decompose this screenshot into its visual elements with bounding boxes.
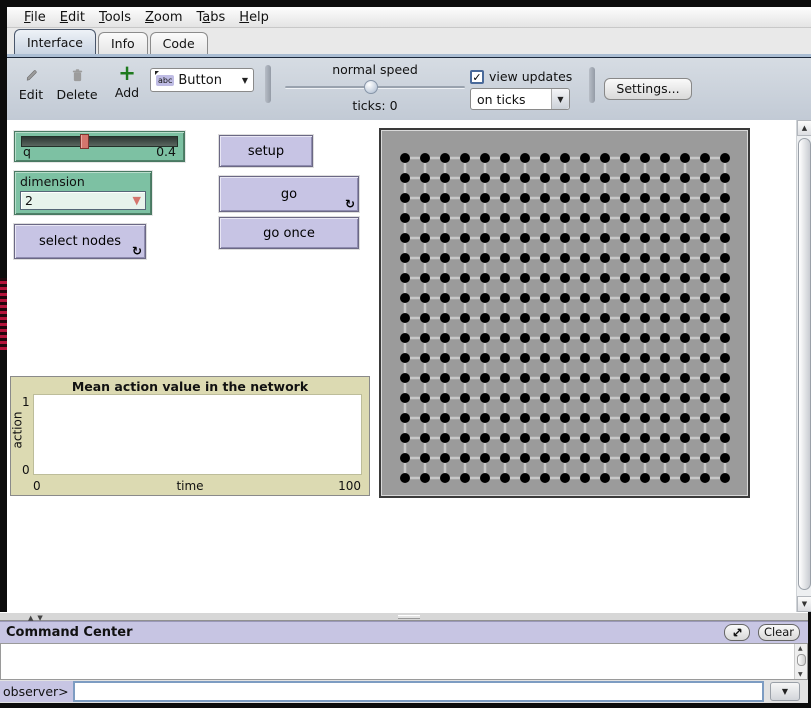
menu-edit[interactable]: Edit bbox=[53, 9, 92, 26]
world-view[interactable] bbox=[379, 128, 750, 498]
desktop-edge-pattern bbox=[0, 278, 7, 350]
plot-y-min-tick: 0 bbox=[22, 463, 30, 477]
detach-button[interactable] bbox=[724, 624, 750, 641]
widget-type-value: Button bbox=[178, 73, 222, 88]
plot-area bbox=[33, 394, 362, 475]
observer-prompt-label: observer> bbox=[0, 681, 73, 702]
toolbar-separator bbox=[265, 65, 271, 103]
plus-icon: + bbox=[105, 63, 149, 83]
command-center-header: Command Center Clear bbox=[0, 621, 808, 643]
tab-row: InterfaceInfoCode bbox=[7, 28, 811, 54]
speed-slider[interactable] bbox=[285, 86, 465, 89]
command-input[interactable] bbox=[73, 681, 764, 702]
trash-icon bbox=[53, 65, 101, 85]
menu-zoom[interactable]: Zoom bbox=[138, 9, 189, 26]
view-updates-label: view updates bbox=[489, 69, 572, 84]
tab-interface[interactable]: Interface bbox=[14, 29, 96, 54]
scroll-up-arrow-icon[interactable]: ▲ bbox=[798, 645, 803, 652]
menu-help[interactable]: Help bbox=[232, 9, 276, 26]
add-label: Add bbox=[105, 85, 149, 100]
update-mode-value: on ticks bbox=[471, 92, 551, 107]
interface-canvas: q 0.4 dimension 2 ▼ select nodes ↻ setup… bbox=[7, 120, 811, 612]
select-nodes-label: select nodes bbox=[39, 234, 121, 249]
slider-q-value: 0.4 bbox=[156, 144, 176, 159]
tab-code[interactable]: Code bbox=[150, 32, 208, 54]
command-center-splitter[interactable]: ▲▼ bbox=[0, 612, 808, 621]
widget-type-dropdown[interactable]: abc Button ▼ bbox=[150, 68, 254, 92]
scroll-down-arrow-icon[interactable]: ▼ bbox=[798, 671, 803, 678]
menu-file[interactable]: File bbox=[17, 9, 53, 26]
plot-x-max-tick: 100 bbox=[338, 479, 361, 493]
scroll-down-arrow-icon[interactable]: ▼ bbox=[797, 596, 811, 612]
plot-x-axis-label: time bbox=[11, 479, 369, 493]
plot-y-axis-label: action bbox=[10, 412, 24, 449]
delete-label: Delete bbox=[53, 87, 101, 102]
chooser-dimension-dropdown[interactable]: 2 ▼ bbox=[20, 191, 146, 210]
toolbar-separator bbox=[589, 67, 595, 103]
command-center-title: Command Center bbox=[0, 625, 724, 640]
world-grid-svg bbox=[382, 131, 748, 497]
menu-bar: FileEditToolsZoomTabsHelp bbox=[7, 7, 811, 28]
abc-widget-icon: abc bbox=[156, 75, 174, 86]
plot-title: Mean action value in the network bbox=[11, 379, 369, 394]
menu-tools[interactable]: Tools bbox=[92, 9, 138, 26]
go-once-button[interactable]: go once bbox=[219, 217, 359, 249]
go-label: go bbox=[281, 187, 297, 202]
scrollbar-thumb[interactable] bbox=[798, 138, 811, 590]
edit-button[interactable]: Edit bbox=[11, 65, 51, 102]
chooser-dimension-label: dimension bbox=[20, 174, 146, 189]
speed-slider-thumb[interactable] bbox=[364, 80, 378, 94]
view-updates-control: ✓ view updates bbox=[470, 69, 572, 84]
menu-tabs[interactable]: Tabs bbox=[189, 9, 232, 26]
slider-q-label: q bbox=[23, 144, 31, 159]
chooser-dimension-value: 2 bbox=[25, 193, 133, 208]
setup-button[interactable]: setup bbox=[219, 135, 313, 167]
go-once-label: go once bbox=[263, 226, 315, 241]
interface-toolbar: Edit Delete + Add abc Button ▼ normal sp… bbox=[7, 58, 811, 120]
command-center-output[interactable]: ▲ ▼ bbox=[0, 643, 808, 680]
command-line-row: observer> ▼ bbox=[0, 680, 808, 703]
edit-label: Edit bbox=[11, 87, 51, 102]
chooser-arrow-icon: ▼ bbox=[133, 194, 141, 207]
select-nodes-button[interactable]: select nodes ↻ bbox=[14, 224, 146, 259]
add-button[interactable]: + Add bbox=[105, 63, 149, 100]
speed-control: normal speed ticks: 0 bbox=[285, 62, 465, 113]
slider-q[interactable]: q 0.4 bbox=[14, 131, 185, 162]
plot-mean-action-value[interactable]: Mean action value in the network 1 0 act… bbox=[10, 376, 370, 496]
forever-icon: ↻ bbox=[345, 198, 355, 210]
chevron-down-icon: ▼ bbox=[242, 76, 248, 85]
view-updates-checkbox[interactable]: ✓ bbox=[470, 70, 484, 84]
scroll-up-arrow-icon[interactable]: ▲ bbox=[797, 120, 811, 136]
splitter-handle-icon[interactable] bbox=[398, 615, 420, 619]
go-button[interactable]: go ↻ bbox=[219, 176, 359, 212]
output-scrollbar[interactable]: ▲ ▼ bbox=[794, 644, 807, 679]
plot-y-max-tick: 1 bbox=[22, 395, 30, 409]
netlogo-window: FileEditToolsZoomTabsHelp InterfaceInfoC… bbox=[0, 0, 811, 708]
history-dropdown-button[interactable]: ▼ bbox=[770, 682, 800, 701]
settings-button[interactable]: Settings... bbox=[604, 78, 692, 100]
scrollbar-thumb[interactable] bbox=[797, 654, 806, 666]
tab-info[interactable]: Info bbox=[98, 32, 148, 54]
setup-label: setup bbox=[248, 144, 284, 159]
clear-button[interactable]: Clear bbox=[758, 624, 800, 641]
chevron-down-icon: ▼ bbox=[551, 89, 569, 109]
ticks-counter: ticks: 0 bbox=[285, 98, 465, 113]
speed-label: normal speed bbox=[285, 62, 465, 77]
forever-icon: ↻ bbox=[132, 245, 142, 257]
diagonal-arrows-icon bbox=[732, 627, 743, 638]
delete-button[interactable]: Delete bbox=[53, 65, 101, 102]
chooser-dimension[interactable]: dimension 2 ▼ bbox=[14, 171, 152, 215]
main-vertical-scrollbar[interactable]: ▲ ▼ bbox=[796, 120, 811, 612]
update-mode-dropdown[interactable]: on ticks ▼ bbox=[470, 88, 570, 110]
pencil-icon bbox=[11, 65, 51, 85]
